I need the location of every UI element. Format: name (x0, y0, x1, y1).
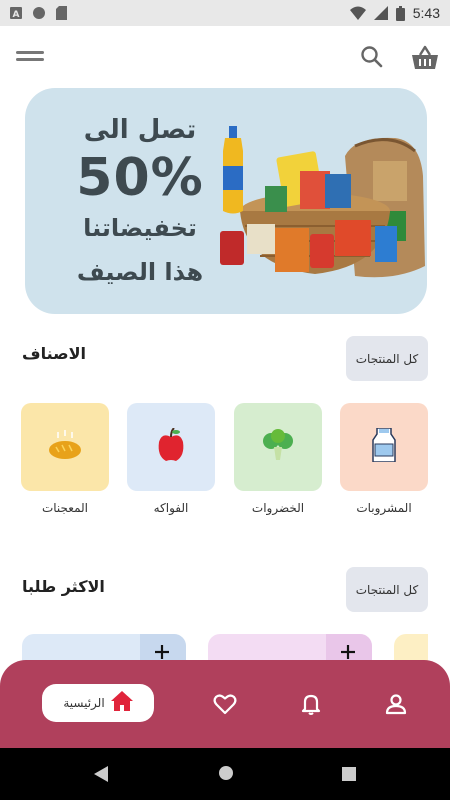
apple-icon (156, 427, 186, 466)
bread-icon (48, 430, 82, 464)
heart-icon[interactable] (213, 692, 237, 716)
signal-icon (373, 6, 388, 20)
app-header (0, 26, 450, 86)
banner-line-4: هذا الصيف (76, 258, 204, 286)
back-icon[interactable] (94, 766, 108, 786)
category-drinks[interactable]: المشروبات (340, 403, 428, 515)
category-label: الفواكه (153, 501, 189, 515)
category-pastries[interactable]: المعجنات (21, 403, 109, 515)
svg-text:A: A (13, 10, 20, 19)
category-tile (340, 403, 428, 491)
category-label: المشروبات (356, 501, 412, 515)
grocery-basket-illustration (205, 116, 427, 291)
category-tile (21, 403, 109, 491)
category-vegetables[interactable]: الخضروات (234, 403, 322, 515)
android-navigation-bar (0, 748, 450, 800)
home-circle-icon[interactable] (218, 765, 234, 785)
category-fruits[interactable]: الفواكه (127, 403, 215, 515)
nav-home-label: الرئيسية (63, 696, 105, 710)
banner-line-1: تصل الى (83, 115, 197, 145)
banner-text: تصل الى 50% تخفيضاتنا هذا الصيف (65, 110, 215, 294)
milk-carton-icon (371, 427, 397, 466)
wifi-icon (349, 6, 366, 20)
promo-banner[interactable]: تصل الى 50% تخفيضاتنا هذا الصيف (25, 88, 427, 314)
category-tile (234, 403, 322, 491)
all-products-button[interactable]: كل المنتجات (346, 336, 428, 381)
popular-all-products-button[interactable]: كل المنتجات (346, 567, 428, 612)
status-bar: A 5:43 (0, 0, 450, 26)
search-icon[interactable] (360, 45, 384, 69)
sd-card-icon (56, 6, 67, 20)
basket-icon[interactable] (411, 45, 439, 71)
plus-icon[interactable] (152, 642, 172, 662)
broccoli-icon (261, 429, 295, 465)
banner-line-3: تخفيضاتنا (83, 214, 197, 242)
bottom-navigation: الرئيسية (0, 660, 450, 748)
category-tile (127, 403, 215, 491)
bell-icon[interactable] (299, 692, 323, 716)
banner-percent: 50% (76, 148, 204, 208)
menu-icon[interactable] (16, 51, 46, 67)
status-right-icons: 5:43 (349, 5, 440, 21)
circle-icon (32, 6, 46, 20)
battery-icon (395, 5, 405, 21)
notification-a-icon: A (10, 7, 22, 19)
status-time: 5:43 (412, 5, 440, 21)
nav-home-button[interactable]: الرئيسية (42, 684, 154, 722)
categories-title: الاصناف (22, 344, 86, 363)
category-label: المعجنات (41, 501, 89, 515)
category-label: الخضروات (251, 501, 305, 515)
user-icon[interactable] (384, 692, 408, 716)
home-icon (110, 691, 133, 715)
popular-title: الاكثر طلبا (22, 577, 105, 596)
status-left-icons: A (10, 6, 67, 20)
plus-icon[interactable] (338, 642, 358, 662)
recents-icon[interactable] (342, 766, 356, 785)
